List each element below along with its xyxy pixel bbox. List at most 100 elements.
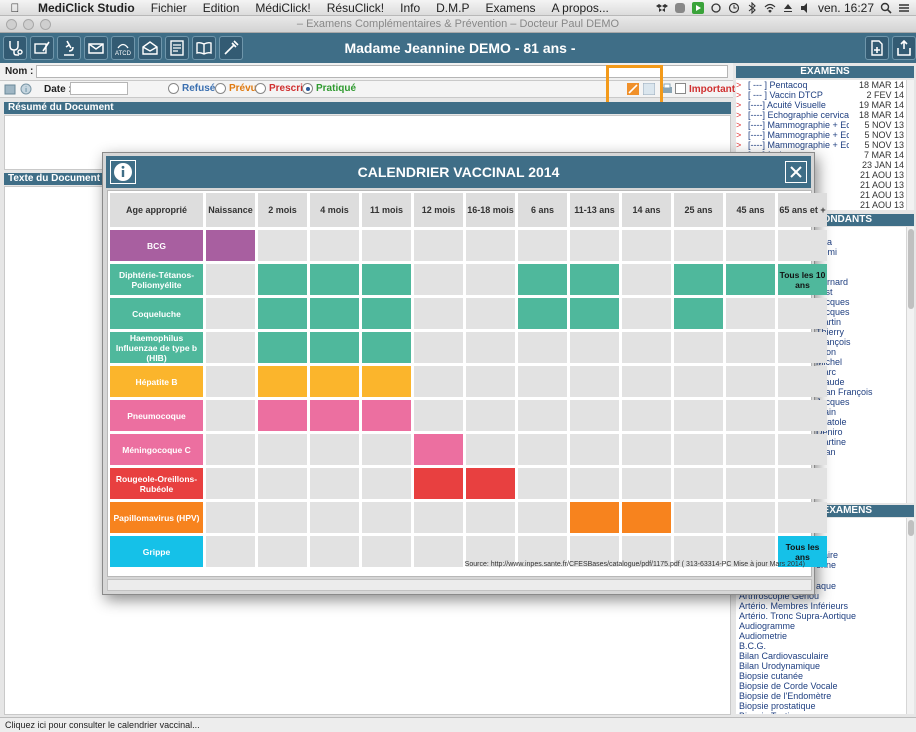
vaccine-button[interactable] <box>219 36 243 60</box>
all-exams-scrollbar[interactable] <box>906 518 914 714</box>
date-input[interactable] <box>70 82 128 95</box>
exam-type-item[interactable]: Biopsie de Corde Vocale <box>739 681 838 691</box>
play-icon[interactable] <box>691 1 704 14</box>
examen-row[interactable]: > [ --- ] Pentacoq 18 MAR 14 <box>736 80 906 90</box>
prescription-button[interactable] <box>30 36 54 60</box>
menu-resuclick[interactable]: RésuClick! <box>319 1 392 15</box>
minimize-window-button[interactable] <box>23 19 34 30</box>
time-machine-icon[interactable] <box>728 2 740 14</box>
schedule-cell-filled <box>674 264 723 295</box>
volume-icon[interactable] <box>800 2 812 14</box>
schedule-cell-empty <box>570 400 619 431</box>
menu-dmp[interactable]: D.M.P <box>428 1 477 15</box>
open-envelope-icon <box>142 41 158 55</box>
exam-type-item[interactable]: Artério. Membres Inférieurs <box>739 601 848 611</box>
apple-icon[interactable]:  <box>0 1 30 15</box>
atcd-button[interactable]: ATCD <box>111 36 135 60</box>
info-button[interactable] <box>110 160 136 184</box>
book-button[interactable] <box>192 36 216 60</box>
exam-type-item[interactable]: Bilan Cardiovasculaire <box>739 651 829 661</box>
schedule-cell-empty <box>362 502 411 533</box>
eject-icon[interactable] <box>782 2 794 14</box>
exam-type-item[interactable]: Audiometrie <box>739 631 787 641</box>
correspondants-scrollbar[interactable] <box>906 227 914 503</box>
menu-fichier[interactable]: Fichier <box>143 1 195 15</box>
exam-type-item[interactable]: Biopsie de l'Endomètre <box>739 691 831 701</box>
spotlight-icon[interactable] <box>880 2 892 14</box>
menu-mediclick[interactable]: MédiClick! <box>247 1 318 15</box>
traffic-lights <box>6 19 51 30</box>
schedule-cell-filled <box>362 366 411 397</box>
menu-edition[interactable]: Edition <box>195 1 248 15</box>
document-button[interactable] <box>165 36 189 60</box>
open-mail-button[interactable] <box>138 36 162 60</box>
menubar-clock[interactable]: ven. 16:27 <box>818 1 874 15</box>
new-document-button[interactable] <box>865 36 889 60</box>
important-checkbox[interactable] <box>675 83 686 94</box>
skype-icon[interactable] <box>674 2 686 14</box>
schedule-cell-filled <box>362 264 411 295</box>
exam-type-item[interactable]: B.C.G. <box>739 641 766 651</box>
schedule-cell-filled <box>570 298 619 329</box>
examen-row[interactable]: > [ --- ] Vaccin DTCP 2 FEV 14 <box>736 90 906 100</box>
schedule-cell-filled <box>310 400 359 431</box>
texte-header: Texte du Document <box>4 173 104 185</box>
examen-date: 23 JAN 14 <box>849 160 904 170</box>
notification-center-icon[interactable] <box>898 2 910 14</box>
examen-row[interactable]: > [----] Echographie cervicale 18 MAR 14 <box>736 110 906 120</box>
info-small-icon[interactable]: i <box>20 83 32 98</box>
examens-scrollbar[interactable] <box>906 80 914 210</box>
examen-name: [----] Acuité Visuelle <box>748 100 826 110</box>
status-prevu-radio[interactable]: Prévu <box>215 83 257 94</box>
status-pratique-radio[interactable]: Pratiqué <box>302 83 356 94</box>
close-window-button[interactable] <box>6 19 17 30</box>
mail-button[interactable] <box>84 36 108 60</box>
schedule-cell-empty <box>466 230 515 261</box>
exam-type-item[interactable]: Biopsie cutanée <box>739 671 803 681</box>
status-prescrit-radio[interactable]: Prescrit <box>255 83 306 94</box>
exam-type-item[interactable]: aque <box>816 581 836 591</box>
wifi-icon[interactable] <box>764 2 776 14</box>
stethoscope-button[interactable] <box>3 36 27 60</box>
examen-date: 21 AOU 13 <box>849 190 904 200</box>
book-icon <box>196 41 212 55</box>
schedule-cell-empty <box>518 502 567 533</box>
exam-type-item[interactable]: Audiogramme <box>739 621 795 631</box>
window-title: – Examens Complémentaires & Prévention –… <box>296 18 620 30</box>
menu-app[interactable]: MediClick Studio <box>30 1 143 15</box>
schedule-cell-empty <box>466 264 515 295</box>
schedule-cell-filled <box>622 502 671 533</box>
status-bar[interactable]: Cliquez ici pour consulter le calendrier… <box>0 717 916 732</box>
bluetooth-icon[interactable] <box>746 1 758 14</box>
dropbox-icon[interactable] <box>655 2 668 14</box>
laboratory-button[interactable] <box>57 36 81 60</box>
menu-info[interactable]: Info <box>392 1 428 15</box>
calendar-icon[interactable] <box>4 83 16 98</box>
export-button[interactable] <box>892 36 916 60</box>
envelope-icon <box>88 43 104 54</box>
schedule-cell-empty <box>778 502 827 533</box>
scroll-thumb[interactable] <box>908 229 914 309</box>
dialog-close-button[interactable] <box>785 161 807 183</box>
zoom-window-button[interactable] <box>40 19 51 30</box>
menu-examens[interactable]: Examens <box>477 1 543 15</box>
exam-type-item[interactable]: Biopsie prostatique <box>739 701 816 711</box>
schedule-cell-empty <box>726 400 775 431</box>
examen-row[interactable]: > [----] Acuité Visuelle 19 MAR 14 <box>736 100 906 110</box>
status-refuse-radio[interactable]: Refusé <box>168 83 215 94</box>
exam-type-item[interactable]: Biopsie Testic <box>739 711 794 714</box>
examen-row[interactable]: > [----] Mammographie + Echo 5 NOV 13 <box>736 130 906 140</box>
exam-type-item[interactable]: Artério. Tronc Supra-Aortique <box>739 611 856 621</box>
scroll-thumb[interactable] <box>908 520 914 536</box>
schedule-cell-empty <box>726 298 775 329</box>
examen-row[interactable]: > [----] Mammographie + Echo 5 NOV 13 <box>736 120 906 130</box>
schedule-cell-empty <box>622 264 671 295</box>
vaccine-name: Diphtérie-Tétanos-Poliomyélite <box>110 264 203 295</box>
examen-date: 18 MAR 14 <box>849 80 904 90</box>
arrow-icon: > <box>736 80 742 90</box>
exam-type-item[interactable]: Bilan Urodynamique <box>739 661 820 671</box>
sync-icon[interactable] <box>710 2 722 14</box>
schedule-cell-empty <box>206 468 255 499</box>
menu-apropos[interactable]: A propos... <box>544 1 617 15</box>
examen-row[interactable]: > [----] Mammographie + Echo 5 NOV 13 <box>736 140 906 150</box>
